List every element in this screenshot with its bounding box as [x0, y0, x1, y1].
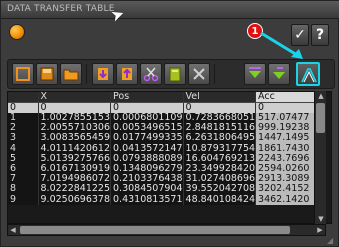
- row-index[interactable]: 7: [8, 174, 39, 185]
- table-cell[interactable]: 999.19238: [255, 123, 323, 134]
- column-header[interactable]: X: [38, 92, 112, 103]
- column-header[interactable]: Pos: [110, 92, 184, 103]
- row-index[interactable]: 9: [8, 194, 39, 205]
- table-cell[interactable]: 6.0167130919: [38, 163, 112, 175]
- table-cell[interactable]: 1.0027855153: [38, 113, 112, 124]
- table-row[interactable]: 2 2.0055710306 0.0053496515 2.8481815116 999…: [8, 123, 323, 134]
- cut-icon[interactable]: [140, 63, 162, 85]
- table-cell[interactable]: 0.1348096279: [110, 163, 184, 175]
- new-icon[interactable]: [12, 63, 34, 85]
- table-cell[interactable]: 0: [38, 102, 112, 113]
- table-cell[interactable]: 2243.7696: [255, 153, 323, 164]
- export-icon[interactable]: [116, 63, 138, 85]
- horizontal-scroll-thumb[interactable]: [20, 226, 290, 234]
- table-cell[interactable]: 16.604769213: [183, 153, 257, 164]
- table-row[interactable]: 3 3.0083565459 0.0177499335 6.2631806495 144…: [8, 133, 323, 144]
- clear-icon[interactable]: [164, 63, 186, 85]
- table-cell[interactable]: 8.0222841225: [38, 184, 112, 195]
- table-cell[interactable]: 23.349928420: [183, 163, 257, 175]
- table-cell[interactable]: 2913.3089: [255, 174, 323, 185]
- table-cell[interactable]: 10.879317754: [183, 143, 257, 154]
- table-cell[interactable]: 2.8481815116: [183, 123, 257, 134]
- table-cell[interactable]: 9.0250696378: [38, 194, 112, 205]
- table-cell[interactable]: 7.0194986072: [38, 174, 112, 185]
- table-cell[interactable]: 0.0006801109: [110, 113, 184, 124]
- row-index[interactable]: 8: [8, 184, 39, 195]
- horizontal-scrollbar[interactable]: ◀ ▶: [7, 224, 326, 236]
- table-cell[interactable]: 0.7283668051: [183, 113, 257, 124]
- table-cell[interactable]: 4.0111420612: [38, 143, 112, 154]
- row-index[interactable]: 3: [8, 133, 39, 144]
- table-cell[interactable]: 1447.1495: [255, 133, 323, 144]
- table-cell[interactable]: 39.552042708: [183, 184, 257, 195]
- table-cell[interactable]: 0.2103376438: [110, 174, 184, 185]
- scroll-right-icon[interactable]: ▶: [315, 225, 325, 235]
- table-cell[interactable]: 48.840108424: [183, 194, 257, 205]
- scroll-up-icon[interactable]: ▲: [316, 91, 326, 101]
- close-x-icon[interactable]: [188, 63, 210, 85]
- table-cell[interactable]: 0.0413572147: [110, 143, 184, 154]
- table-row[interactable]: 5 5.0139275766 0.0793888089 16.604769213 224…: [8, 153, 323, 164]
- table-row[interactable]: 4 4.0111420612 0.0413572147 10.879317754 186…: [8, 143, 323, 154]
- row-index[interactable]: 4: [8, 143, 39, 154]
- table-row[interactable]: 9 9.0250696378 0.4310813571 48.840108424 346…: [8, 194, 323, 205]
- row-index[interactable]: 2: [8, 123, 39, 134]
- window-title: DATA TRANSFER TABLE: [7, 4, 115, 14]
- table-cell[interactable]: 0.0053496515: [110, 123, 184, 134]
- table-row[interactable]: 00000: [8, 102, 323, 113]
- table-cell[interactable]: 3462.1420: [255, 194, 323, 205]
- table-cell[interactable]: 31.027408696: [183, 174, 257, 185]
- row-index[interactable]: 6: [8, 163, 39, 175]
- save-icon[interactable]: [36, 63, 58, 85]
- confirm-button[interactable]: ✓: [291, 24, 309, 46]
- table-cell[interactable]: 6.2631806495: [183, 133, 257, 144]
- table-cell[interactable]: 2594.0260: [255, 163, 323, 175]
- table-cell[interactable]: 0.0177499335: [110, 133, 184, 144]
- table-cell[interactable]: 1861.7430: [255, 143, 323, 154]
- table-row[interactable]: 1 1.0027855153 0.0006801109 0.7283668051 517…: [8, 113, 323, 124]
- row-index[interactable]: 0: [8, 102, 39, 113]
- title-bar[interactable]: DATA TRANSFER TABLE: [1, 1, 339, 19]
- table-cell[interactable]: 0: [110, 102, 184, 113]
- column-header[interactable]: [8, 92, 39, 103]
- table-cell[interactable]: 5.0139275766: [38, 153, 112, 164]
- table-cell[interactable]: 517.07477: [255, 113, 323, 124]
- row-index[interactable]: 5: [8, 153, 39, 164]
- table-cell[interactable]: 2.0055710306: [38, 123, 112, 134]
- column-header[interactable]: Vel: [183, 92, 257, 103]
- vertical-scrollbar[interactable]: ▲ ▼: [314, 91, 326, 224]
- resize-grip-icon[interactable]: ◢: [327, 236, 337, 246]
- vertical-scroll-thumb[interactable]: [316, 103, 325, 133]
- toolbar: [7, 59, 335, 89]
- column-header[interactable]: Acc: [255, 92, 323, 103]
- insert-down-icon[interactable]: [268, 63, 290, 85]
- scroll-down-icon[interactable]: ▼: [316, 214, 326, 224]
- table-cell[interactable]: 3202.4152: [255, 184, 323, 195]
- table-row[interactable]: 7 7.0194986072 0.2103376438 31.027408696 291…: [8, 174, 323, 185]
- data-transfer-window: DATA TRANSFER TABLE ➤ 1 ✓ ? X Pos Vel Ac…: [0, 0, 339, 247]
- add-down-icon[interactable]: [244, 63, 266, 85]
- open-folder-icon[interactable]: [60, 63, 82, 85]
- table-cell[interactable]: 0: [255, 102, 323, 113]
- status-indicator-icon[interactable]: [9, 24, 25, 40]
- help-button[interactable]: ?: [311, 24, 329, 46]
- table-cell[interactable]: 0.3084507904: [110, 184, 184, 195]
- scroll-left-icon[interactable]: ◀: [8, 225, 18, 235]
- data-table[interactable]: X Pos Vel Acc 0 0 0 0 0 1 1.0027855153 0.000680110…: [7, 91, 332, 224]
- import-icon[interactable]: [92, 63, 114, 85]
- table-cell[interactable]: 0.0793888089: [110, 153, 184, 164]
- table-cell[interactable]: 0: [183, 102, 257, 113]
- table-cell[interactable]: 3.0083565459: [38, 133, 112, 144]
- table-row[interactable]: 8 8.0222841225 0.3084507904 39.552042708 320…: [8, 184, 323, 195]
- row-index[interactable]: 1: [8, 113, 39, 124]
- plot-icon[interactable]: [296, 62, 320, 86]
- table-row[interactable]: 6 6.0167130919 0.1348096279 23.349928420 259…: [8, 163, 323, 175]
- table-cell[interactable]: 0.4310813571: [110, 194, 184, 205]
